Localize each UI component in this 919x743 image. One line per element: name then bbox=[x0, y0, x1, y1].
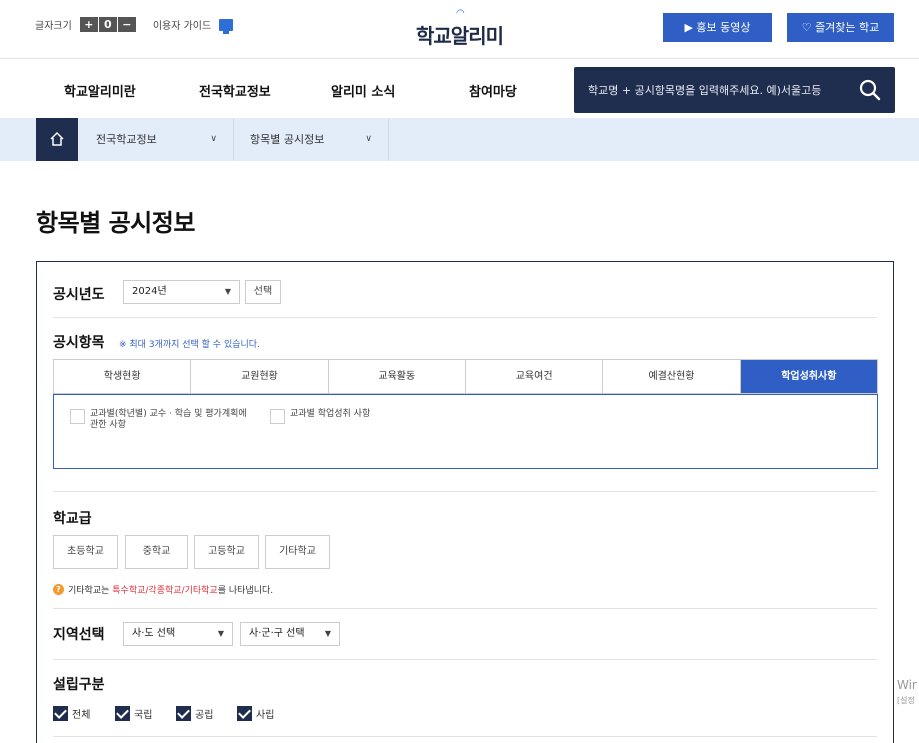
founding-national[interactable]: 국립 bbox=[115, 706, 152, 721]
item-note: ※ 최대 3개까지 선택 할 수 있습니다. bbox=[119, 340, 260, 350]
sido-select[interactable]: 사·도 선택 ▼ bbox=[123, 622, 233, 646]
founding-public[interactable]: 공립 bbox=[176, 706, 213, 721]
hint-highlight: 특수학교/각종학교/기타학교 bbox=[112, 586, 218, 596]
font-decrease-button[interactable]: − bbox=[117, 17, 136, 32]
tab-activities[interactable]: 교육활동 bbox=[328, 360, 466, 393]
caret-down-icon: ▼ bbox=[324, 629, 331, 638]
home-button[interactable] bbox=[36, 118, 78, 161]
level-middle-button[interactable]: 중학교 bbox=[125, 535, 188, 569]
level-high-button[interactable]: 고등학교 bbox=[194, 535, 259, 569]
checkbox-checked[interactable] bbox=[237, 706, 252, 721]
question-icon: ? bbox=[53, 584, 64, 595]
os-watermark: Wir [설정 bbox=[897, 678, 917, 708]
founding-option-label: 국립 bbox=[134, 710, 153, 721]
tab-students[interactable]: 학생현황 bbox=[54, 360, 192, 393]
level-elementary-button[interactable]: 초등학교 bbox=[53, 535, 118, 569]
nav-item-news[interactable]: 알리미 소식 bbox=[331, 81, 395, 100]
level-other-button[interactable]: 기타학교 bbox=[265, 535, 330, 569]
tab-achievement[interactable]: 학업성취사항 bbox=[740, 360, 877, 393]
hint-suffix: 를 나타냅니다. bbox=[217, 586, 274, 596]
founding-option-label: 전체 bbox=[72, 710, 91, 721]
region-label: 지역선택 bbox=[53, 627, 105, 643]
breadcrumb: 전국학교정보 ∨ 항목별 공시정보 ∨ bbox=[0, 118, 919, 161]
font-size-control: 글자크기 + 0 − 이용자 가이드 bbox=[35, 17, 234, 34]
level-hint: ? 기타학교는 특수학교/각종학교/기타학교 를 나타냅니다. bbox=[53, 583, 273, 596]
wifi-icon: ◠ bbox=[456, 8, 465, 19]
option-achievement[interactable]: 교과별 학업성취 사항 bbox=[270, 409, 430, 424]
home-icon bbox=[50, 131, 64, 146]
divider bbox=[53, 317, 877, 318]
watermark-line2: [설정 bbox=[897, 696, 915, 705]
logo-text: 학교알리미 bbox=[416, 24, 504, 48]
nav-item-about[interactable]: 학교알리미란 bbox=[64, 81, 136, 100]
founding-label: 설립구분 bbox=[53, 677, 105, 693]
monitor-icon bbox=[219, 18, 234, 34]
top-utility-bar: 글자크기 + 0 − 이용자 가이드 ◠ 학교알리미 ▶ 홍보 동영상 ♡ 즐겨… bbox=[0, 0, 919, 58]
option-label: 교과별(학년별) 교수 · 학습 및 평가계획에 관한 사항 bbox=[90, 409, 247, 430]
level-label: 학교급 bbox=[53, 511, 92, 527]
favorite-schools-label: 즐겨찾는 학교 bbox=[815, 21, 880, 34]
chevron-down-icon: ∨ bbox=[210, 134, 217, 144]
founding-option-label: 사립 bbox=[256, 710, 275, 721]
search-box bbox=[574, 67, 895, 113]
nav-item-participation[interactable]: 참여마당 bbox=[469, 81, 517, 100]
item-tabs: 학생현황 교원현황 교육활동 교육여건 예결산현황 학업성취사항 bbox=[53, 359, 878, 394]
founding-private[interactable]: 사립 bbox=[237, 706, 274, 721]
tab-budget[interactable]: 예결산현황 bbox=[603, 360, 741, 393]
founding-option-label: 공립 bbox=[195, 710, 214, 721]
divider bbox=[53, 608, 877, 609]
item-label: 공시항목 bbox=[53, 335, 105, 351]
tab-conditions[interactable]: 교육여건 bbox=[465, 360, 604, 393]
sido-select-value: 사·도 선택 bbox=[132, 628, 176, 639]
option-teaching-plan[interactable]: 교과별(학년별) 교수 · 학습 및 평가계획에 관한 사항 bbox=[70, 409, 255, 431]
font-size-label: 글자크기 bbox=[35, 21, 72, 32]
heart-icon: ♡ bbox=[801, 21, 816, 34]
font-size-buttons: + 0 − bbox=[79, 17, 137, 32]
tab-teachers[interactable]: 교원현황 bbox=[191, 360, 329, 393]
checkbox-checked[interactable] bbox=[53, 706, 68, 721]
divider bbox=[53, 491, 877, 492]
favorite-schools-button[interactable]: ♡ 즐겨찾는 학교 bbox=[787, 13, 894, 42]
year-select-button[interactable]: 선택 bbox=[245, 280, 281, 304]
option-label: 교과별 학업성취 사항 bbox=[290, 409, 371, 419]
promo-video-button[interactable]: ▶ 홍보 동영상 bbox=[663, 13, 772, 42]
caret-down-icon: ▼ bbox=[224, 287, 231, 296]
breadcrumb-item-items[interactable]: 항목별 공시정보 ∨ bbox=[234, 118, 389, 161]
watermark-line1: Wir bbox=[897, 678, 917, 692]
tab-panel: 교과별(학년별) 교수 · 학습 및 평가계획에 관한 사항 교과별 학업성취 … bbox=[53, 394, 878, 469]
breadcrumb-label: 전국학교정보 bbox=[96, 133, 157, 146]
founding-all[interactable]: 전체 bbox=[53, 706, 90, 721]
search-panel: 공시년도 2024년 ▼ 선택 공시항목 ※ 최대 3개까지 선택 할 수 있습… bbox=[36, 261, 894, 743]
search-icon[interactable] bbox=[859, 79, 881, 101]
hint-prefix: 기타학교는 bbox=[68, 586, 110, 596]
checkbox[interactable] bbox=[70, 409, 85, 424]
font-increase-button[interactable]: + bbox=[79, 17, 98, 32]
checkbox-checked[interactable] bbox=[176, 706, 191, 721]
nav-item-schools[interactable]: 전국학교정보 bbox=[199, 81, 271, 100]
site-logo[interactable]: ◠ 학교알리미 bbox=[416, 8, 516, 48]
divider bbox=[53, 736, 877, 737]
breadcrumb-label: 항목별 공시정보 bbox=[250, 133, 325, 146]
guide-link[interactable]: 이용자 가이드 bbox=[153, 17, 211, 32]
year-select[interactable]: 2024년 ▼ bbox=[123, 280, 240, 304]
caret-down-icon: ▼ bbox=[217, 629, 224, 638]
sigungu-select-value: 사·군·구 선택 bbox=[249, 628, 305, 639]
divider bbox=[53, 659, 877, 660]
checkbox-checked[interactable] bbox=[115, 706, 130, 721]
checkbox[interactable] bbox=[270, 409, 285, 424]
search-input[interactable] bbox=[588, 67, 848, 113]
font-reset-button[interactable]: 0 bbox=[98, 17, 117, 32]
breadcrumb-item-schools[interactable]: 전국학교정보 ∨ bbox=[78, 118, 234, 161]
page-title: 항목별 공시정보 bbox=[36, 209, 195, 237]
sigungu-select[interactable]: 사·군·구 선택 ▼ bbox=[240, 622, 340, 646]
year-label: 공시년도 bbox=[53, 287, 105, 303]
chevron-down-icon: ∨ bbox=[365, 134, 372, 144]
main-nav: 학교알리미란 전국학교정보 알리미 소식 참여마당 bbox=[0, 58, 919, 118]
year-select-value: 2024년 bbox=[132, 286, 167, 297]
